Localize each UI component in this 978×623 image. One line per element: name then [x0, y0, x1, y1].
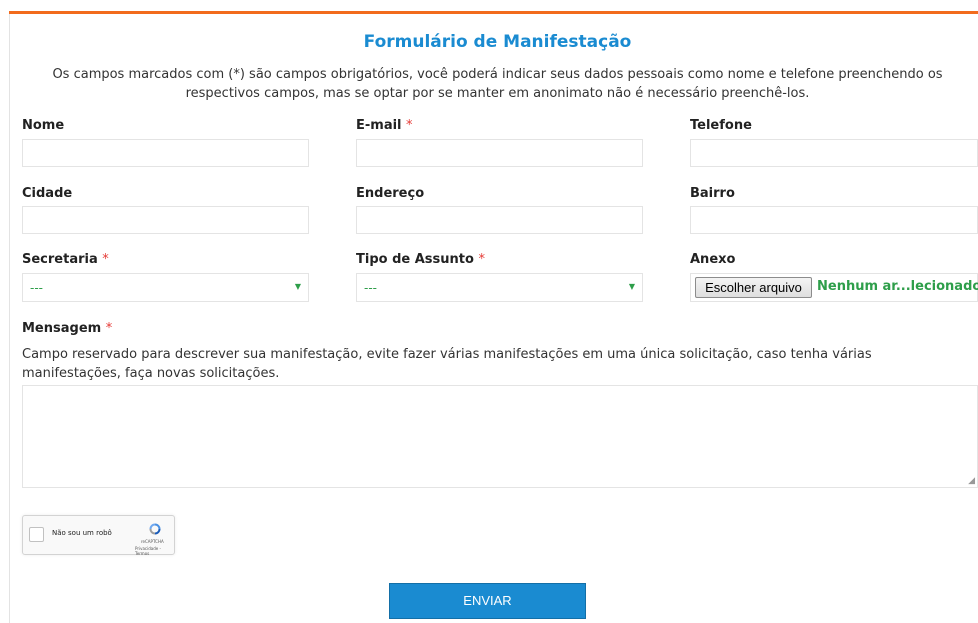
recaptcha-widget: Não sou um robô reCAPTCHA Privacidade - …	[22, 515, 175, 556]
dropdown-arrow-icon: ▼	[294, 282, 301, 291]
form-intro: Os campos marcados com (*) são campos ob…	[52, 67, 943, 101]
required-mark: *	[105, 321, 113, 336]
choose-file-button[interactable]: Escolher arquivo	[695, 277, 812, 298]
tipo-assunto-select[interactable]: --- ▼	[356, 273, 643, 302]
nome-input[interactable]	[22, 139, 309, 167]
submit-button[interactable]: ENVIAR	[389, 583, 586, 619]
bairro-label: Bairro	[690, 186, 735, 201]
bairro-input[interactable]	[690, 206, 978, 234]
endereco-input[interactable]	[356, 206, 643, 234]
recaptcha-checkbox[interactable]	[29, 527, 44, 542]
required-mark: *	[102, 252, 109, 267]
tipo-assunto-label: Tipo de Assunto *	[356, 252, 485, 267]
nome-label: Nome	[22, 118, 65, 133]
mensagem-label: Mensagem *	[22, 321, 113, 336]
secretaria-label: Secretaria *	[22, 252, 109, 267]
telefone-input[interactable]	[690, 139, 978, 167]
cidade-label: Cidade	[22, 186, 73, 201]
dropdown-arrow-icon: ▼	[628, 282, 635, 291]
top-accent-bar	[9, 11, 978, 14]
mensagem-textarea[interactable]: ◢	[22, 385, 978, 488]
recaptcha-icon	[149, 523, 161, 535]
recaptcha-brand: reCAPTCHA	[141, 539, 164, 544]
resize-handle-icon[interactable]: ◢	[968, 476, 975, 486]
email-label: E-mail *	[356, 118, 413, 133]
recaptcha-links[interactable]: Privacidade - Termos	[135, 546, 174, 556]
required-mark: *	[478, 252, 485, 267]
left-divider	[9, 14, 10, 623]
mensagem-help-text: Campo reservado para descrever sua manif…	[22, 347, 872, 381]
file-status-text: Nenhum ar...lecionado	[817, 279, 978, 294]
secretaria-selected-value: ---	[30, 281, 43, 295]
required-mark: *	[406, 118, 413, 133]
email-input[interactable]	[356, 139, 643, 167]
secretaria-select[interactable]: --- ▼	[22, 273, 309, 302]
tipo-assunto-selected-value: ---	[364, 281, 377, 295]
form-title: Formulário de Manifestação	[363, 32, 632, 52]
recaptcha-label: Não sou um robô	[52, 529, 112, 537]
endereco-label: Endereço	[356, 186, 425, 201]
cidade-input[interactable]	[22, 206, 309, 234]
telefone-label: Telefone	[690, 118, 752, 133]
anexo-label: Anexo	[690, 252, 736, 267]
